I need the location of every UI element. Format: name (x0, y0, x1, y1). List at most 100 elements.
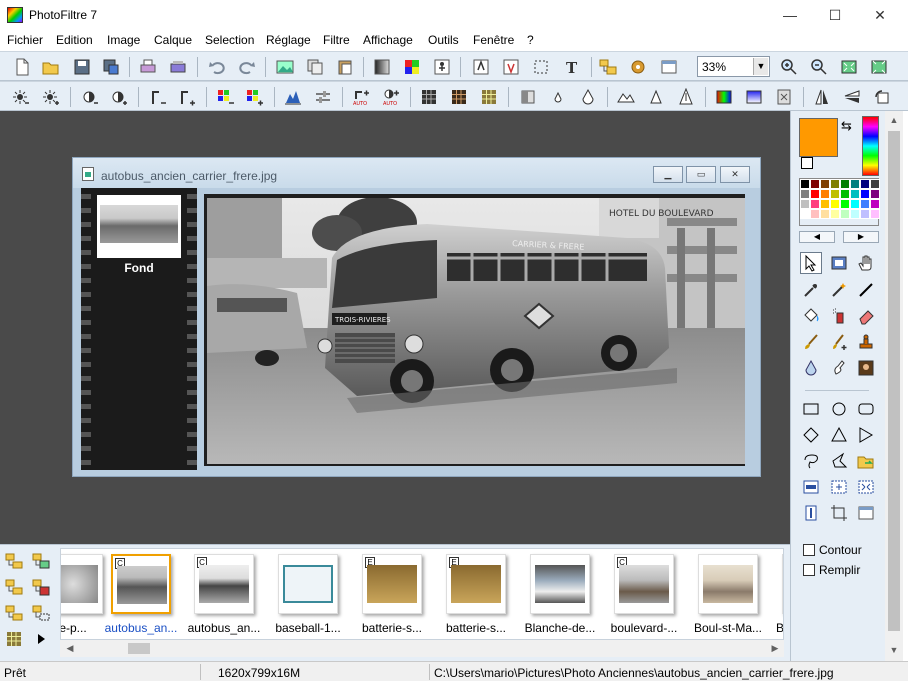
thumbnail-label[interactable]: batterie-s... (350, 621, 434, 635)
color-palette[interactable] (799, 178, 880, 226)
color-spectrum-bar[interactable] (862, 116, 879, 176)
menu-outils[interactable]: Outils (428, 33, 459, 47)
scroll-down-icon[interactable]: ▼ (885, 642, 903, 658)
thumbnail-item[interactable] (278, 554, 338, 614)
zoom-select[interactable]: 33% ▼ (697, 56, 770, 77)
outline-checkbox[interactable] (803, 544, 815, 556)
zoom-in-icon[interactable] (779, 57, 799, 77)
scrollbar-thumb[interactable] (888, 131, 900, 631)
thumbnail-label[interactable]: batterie-s... (434, 621, 518, 635)
crop-icon[interactable] (828, 502, 850, 524)
rounded-rect-shape-icon[interactable] (855, 398, 877, 420)
explorer-icon[interactable] (598, 57, 618, 77)
zoom-out-icon[interactable] (809, 57, 829, 77)
gamma-down-icon[interactable] (148, 87, 168, 107)
swap-colors-icon[interactable]: ⇆ (841, 118, 852, 134)
thumbnail-item[interactable] (61, 554, 103, 614)
folder-select-icon[interactable] (31, 603, 51, 623)
pointer-tool-icon[interactable] (800, 252, 822, 274)
scroll-up-icon[interactable]: ▲ (885, 112, 903, 128)
advanced-brush-tool-icon[interactable] (828, 331, 850, 353)
fill-checkbox[interactable] (803, 564, 815, 576)
color-balance-icon[interactable] (313, 87, 333, 107)
thumbnail-label[interactable]: Blanche-de... (518, 621, 602, 635)
document-window[interactable]: autobus_ancien_carrier_frere.jpg ▁ ▭ ✕ F… (72, 157, 761, 477)
fit-window-icon[interactable] (839, 57, 859, 77)
thumbnail-item[interactable] (530, 554, 590, 614)
thumbnail-item[interactable]: C (614, 554, 674, 614)
flip-horizontal-icon[interactable] (812, 87, 832, 107)
gradient-icon[interactable] (714, 87, 734, 107)
maximize-button[interactable]: ☐ (812, 0, 858, 30)
drop-large-icon[interactable] (578, 87, 598, 107)
minimize-button[interactable]: — (767, 0, 813, 30)
thumbnail-grid-icon[interactable] (4, 629, 24, 649)
select-center-icon[interactable] (828, 476, 850, 498)
levels-icon[interactable] (283, 87, 303, 107)
smudge-tool-icon[interactable] (828, 357, 850, 379)
contrast-up-icon[interactable] (109, 87, 129, 107)
folder-tree-icon[interactable] (4, 551, 24, 571)
new-file-icon[interactable] (12, 57, 32, 77)
chevron-down-icon[interactable]: ▼ (753, 58, 768, 75)
rotate-icon[interactable] (872, 87, 892, 107)
select-column-icon[interactable] (800, 502, 822, 524)
default-colors-icon[interactable] (801, 157, 821, 213)
vertical-scrollbar[interactable]: ▲ ▼ (885, 111, 903, 661)
automation-icon[interactable] (432, 57, 452, 77)
scroll-right-icon[interactable]: ▶ (766, 640, 784, 656)
paste-as-image-icon[interactable] (275, 57, 295, 77)
doc-close-button[interactable]: ✕ (720, 166, 750, 183)
scan-icon[interactable] (168, 57, 188, 77)
undo-icon[interactable] (207, 57, 227, 77)
menu-affichage[interactable]: Affichage (363, 33, 413, 47)
auto-levels-icon[interactable]: AUTO (351, 87, 371, 107)
thumbnail-label[interactable]: baseball-1... (266, 621, 350, 635)
brightness-down-icon[interactable] (11, 87, 31, 107)
script-icon[interactable] (774, 87, 794, 107)
palette-prev-button[interactable]: ◀ (799, 231, 835, 243)
document-title-bar[interactable]: autobus_ancien_carrier_frere.jpg ▁ ▭ ✕ (73, 158, 760, 188)
palette-next-button[interactable]: ▶ (843, 231, 879, 243)
canvas-area[interactable]: HOTEL DU BOULEVARD CARRIER & FRERE TROIS… (204, 194, 745, 466)
text-tool-icon[interactable]: T (562, 57, 582, 77)
layer-thumbnail[interactable] (97, 195, 181, 258)
magic-wand-tool-icon[interactable] (828, 279, 850, 301)
blur-tool-icon[interactable] (800, 357, 822, 379)
filter-grid-icon[interactable] (419, 87, 439, 107)
folder-up-icon[interactable] (4, 577, 24, 597)
menu-image[interactable]: Image (107, 33, 140, 47)
thumbnail-item[interactable] (782, 554, 783, 614)
selection-rect-icon[interactable] (531, 57, 551, 77)
saturation-up-icon[interactable] (245, 87, 265, 107)
menu-filtre[interactable]: Filtre (323, 33, 350, 47)
thumbnail-label[interactable]: Boul-st-Ma... (686, 621, 770, 635)
auto-contrast-icon[interactable]: AUTO (381, 87, 401, 107)
paste-icon[interactable] (335, 57, 355, 77)
spray-tool-icon[interactable] (828, 305, 850, 327)
actual-size-icon[interactable] (869, 57, 889, 77)
menu-fichier[interactable]: Fichier (7, 33, 43, 47)
drop-small-icon[interactable] (548, 87, 568, 107)
clone-tool-icon[interactable] (855, 357, 877, 379)
triangle-shape-icon[interactable] (828, 424, 850, 446)
folder-refresh-icon[interactable] (4, 603, 24, 623)
brush-tool-icon[interactable] (800, 331, 822, 353)
open-folder-icon[interactable] (41, 57, 61, 77)
doc-maximize-button[interactable]: ▭ (686, 166, 716, 183)
menu-fenetre[interactable]: Fenêtre (473, 33, 514, 47)
thumbnail-label[interactable]: autobus_an... (99, 621, 183, 635)
thumbnail-label[interactable]: boulevard-... (602, 621, 686, 635)
play-slideshow-icon[interactable] (31, 629, 51, 649)
filter-blur-icon[interactable] (518, 87, 538, 107)
fade-icon[interactable] (744, 87, 764, 107)
scroll-left-icon[interactable]: ◀ (61, 640, 79, 656)
frame-tool-icon[interactable] (828, 252, 850, 274)
eyedropper-tool-icon[interactable] (800, 279, 822, 301)
triangle-right-shape-icon[interactable] (855, 424, 877, 446)
line-tool-icon[interactable] (855, 279, 877, 301)
menu-help[interactable]: ? (527, 33, 534, 47)
thumbnail-label[interactable]: autobus_an... (182, 621, 266, 635)
relief-icon[interactable] (616, 87, 636, 107)
close-button[interactable]: ✕ (857, 0, 903, 30)
